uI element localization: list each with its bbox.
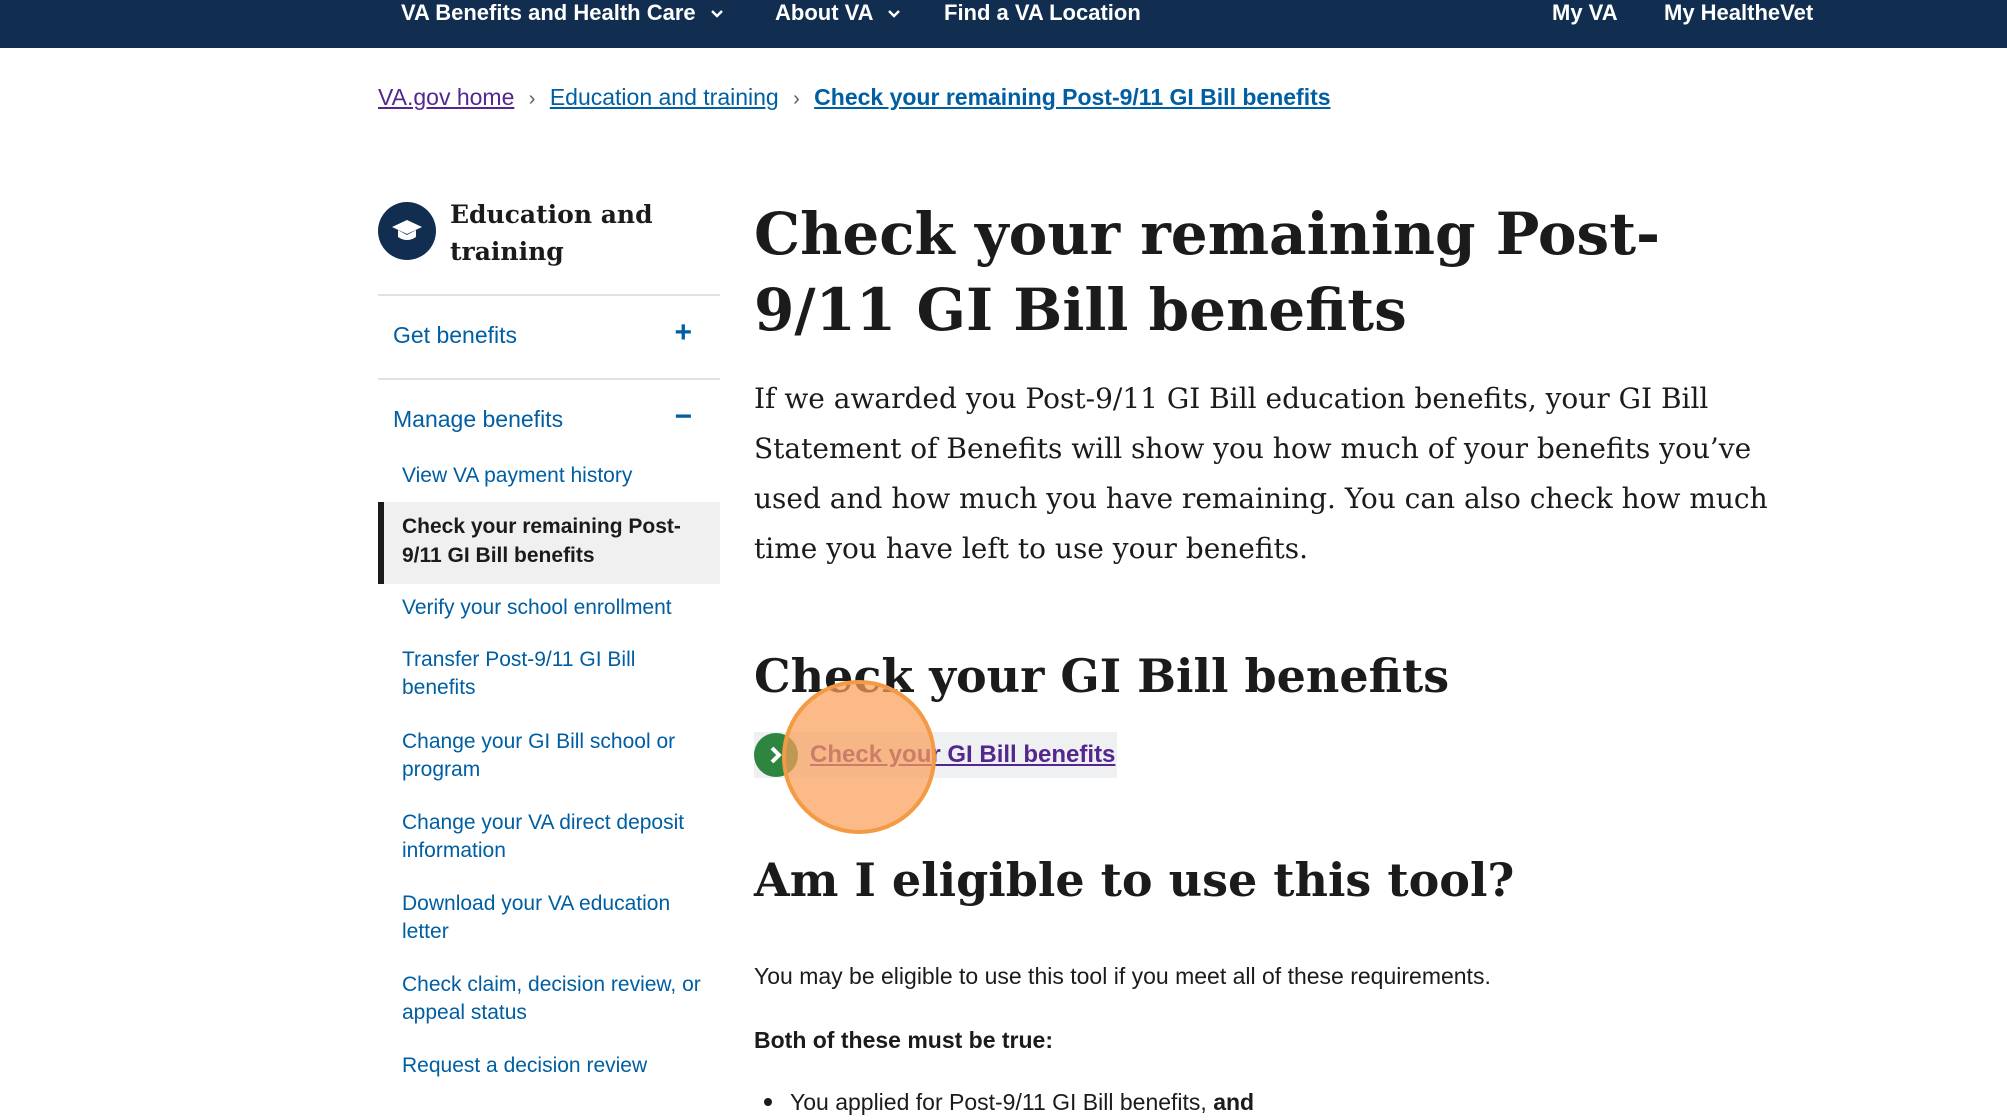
requirements-label: Both of these must be true: xyxy=(754,1027,1054,1053)
breadcrumb: VA.gov home › Education and training › C… xyxy=(378,84,1331,111)
breadcrumb-section-link[interactable]: Education and training xyxy=(550,84,779,110)
sidebar-item-payment-history[interactable]: View VA payment history xyxy=(402,462,702,490)
sidebar-section-manage-benefits[interactable]: Manage benefits − xyxy=(378,378,720,462)
bullet-dot xyxy=(764,1097,772,1106)
nav-my-va-link[interactable]: My VA xyxy=(1552,0,1618,26)
sidebar-item-remaining-benefits[interactable]: Check your remaining Post-9/11 GI Bill b… xyxy=(378,502,720,584)
sidebar-item-direct-deposit[interactable]: Change your VA direct deposit informatio… xyxy=(402,809,702,865)
top-navigation: VA Benefits and Health Care About VA Fin… xyxy=(0,0,2007,48)
intro-paragraph: If we awarded you Post-9/11 GI Bill educ… xyxy=(754,382,1768,565)
eligibility-heading: Am I eligible to use this tool? xyxy=(754,853,1515,907)
action-link-label[interactable]: Check your GI Bill benefits xyxy=(810,741,1115,769)
nav-my-healthevet-link[interactable]: My HealtheVet xyxy=(1664,0,1813,26)
graduation-cap-icon xyxy=(378,202,436,260)
sidebar-section-label: Manage benefits xyxy=(393,406,564,432)
chevron-down-icon xyxy=(710,10,723,18)
nav-about-menu[interactable]: About VA xyxy=(775,0,901,26)
bullet-text: You applied for Post-9/11 GI Bill benefi… xyxy=(790,1089,1207,1115)
breadcrumb-separator: › xyxy=(528,88,536,110)
sidebar-item-decision-review[interactable]: Request a decision review xyxy=(402,1052,702,1080)
nav-benefits-menu[interactable]: VA Benefits and Health Care xyxy=(401,0,724,26)
sidebar-section-get-benefits[interactable]: Get benefits + xyxy=(378,294,720,378)
nav-about-label: About VA xyxy=(775,0,873,25)
breadcrumb-separator: › xyxy=(793,88,800,110)
sidebar-title: Education and training xyxy=(450,200,653,266)
sidebar-item-claim-status[interactable]: Check claim, decision review, or appeal … xyxy=(402,971,702,1027)
sidebar-item-label: Check your remaining Post-9/11 GI Bill b… xyxy=(402,515,681,567)
sidebar-item-change-school[interactable]: Change your GI Bill school or program xyxy=(402,728,702,784)
eligibility-text: You may be eligible to use this tool if … xyxy=(754,963,1491,989)
sidebar-item-education-letter[interactable]: Download your VA education letter xyxy=(402,890,702,946)
sidebar-item-verify-enrollment[interactable]: Verify your school enrollment xyxy=(402,594,702,622)
breadcrumb-home-link[interactable]: VA.gov home xyxy=(378,84,514,110)
list-item: You applied for Post-9/11 GI Bill benefi… xyxy=(764,1086,1254,1118)
sidebar-section-label: Get benefits xyxy=(393,322,518,348)
nav-benefits-label: VA Benefits and Health Care xyxy=(401,0,696,25)
chevron-right-circle-icon xyxy=(754,733,798,777)
nav-find-location-link[interactable]: Find a VA Location xyxy=(944,0,1141,26)
sidebar-item-transfer-benefits[interactable]: Transfer Post-9/11 GI Bill benefits xyxy=(402,646,702,702)
expand-icon[interactable]: + xyxy=(674,318,692,348)
check-gi-bill-action-link[interactable]: Check your GI Bill benefits xyxy=(754,732,1118,778)
sidebar-header: Education and training xyxy=(378,196,720,294)
sidebar-nav: Education and training Get benefits + Ma… xyxy=(378,196,720,1077)
chevron-down-icon xyxy=(888,10,900,18)
page-title: Check your remaining Post-9/11 GI Bill b… xyxy=(754,200,1661,344)
breadcrumb-current-link[interactable]: Check your remaining Post-9/11 GI Bill b… xyxy=(814,84,1330,110)
bullet-bold-text: and xyxy=(1213,1089,1255,1115)
collapse-icon[interactable]: − xyxy=(674,402,692,432)
check-benefits-heading: Check your GI Bill benefits xyxy=(754,649,1450,703)
